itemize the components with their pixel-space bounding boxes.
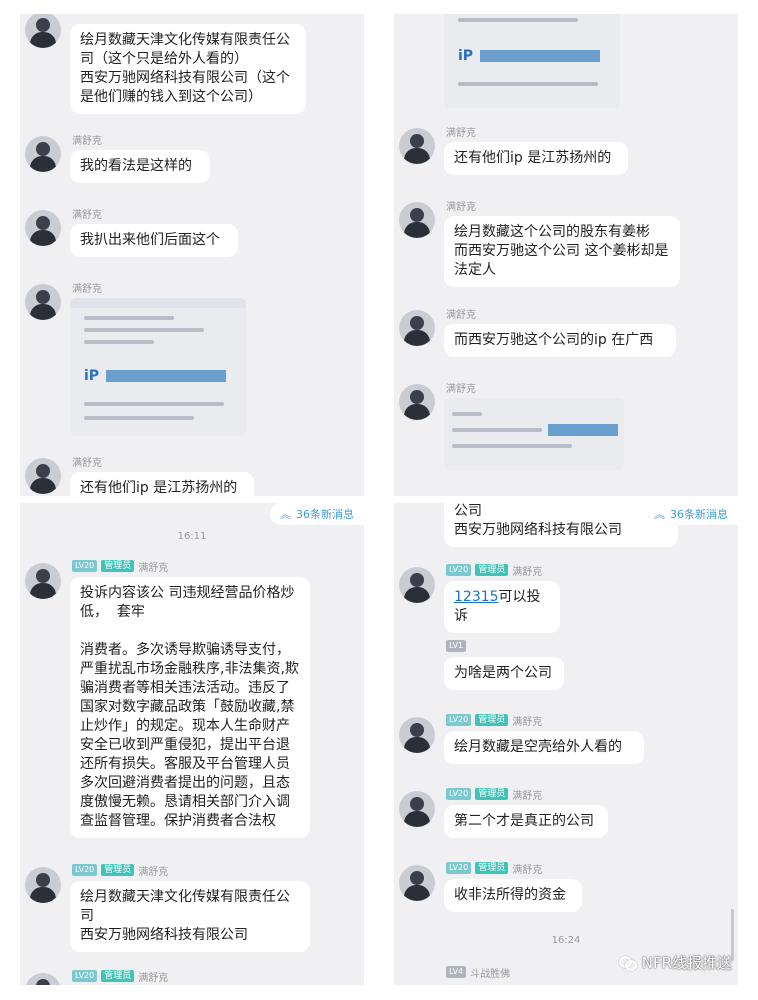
sender-meta: LV1 <box>446 639 467 653</box>
admin-badge: 管理员 <box>475 788 509 800</box>
phone-link[interactable]: 12315 <box>454 589 499 605</box>
avatar[interactable] <box>399 567 435 603</box>
avatar[interactable] <box>399 865 435 901</box>
message-bubble[interactable]: 还有他们ip 是江苏扬州的 <box>70 472 254 496</box>
avatar[interactable] <box>25 867 61 903</box>
avatar[interactable] <box>399 791 435 827</box>
message-bubble[interactable]: 绘月数藏天津文化传媒有限责任公司 西安万驰网络科技有限公司 <box>70 881 310 952</box>
avatar[interactable] <box>25 563 61 599</box>
level-badge: LV20 <box>72 864 98 876</box>
timestamp: 16:11 <box>177 531 207 542</box>
chat-panel-bottom-right: 公司 西安万驰网络科技有限公司 ︽ 36条新消息 LV20 管理员 满舒克 12… <box>394 503 738 985</box>
level-badge: LV20 <box>72 560 98 572</box>
timestamp: 16:24 <box>551 935 581 946</box>
sender-name: 满舒克 <box>512 716 543 728</box>
message-bubble[interactable]: 绘月数藏天津文化传媒有限责任公司（这个只是给外人看的） 西安万驰网络科技有限公司… <box>70 24 306 114</box>
sender-name: 满舒克 <box>446 127 476 139</box>
avatar[interactable] <box>399 128 435 164</box>
sender-name: 满舒克 <box>72 209 102 221</box>
new-messages-button[interactable]: ︽ 36条新消息 <box>270 503 364 525</box>
chat-panel-top-left: 绘月数藏天津文化传媒有限责任公司（这个只是给外人看的） 西安万驰网络科技有限公司… <box>20 14 364 496</box>
avatar[interactable] <box>25 14 61 48</box>
chat-panel-top-right: iP 满舒克 还有他们ip 是江苏扬州的 满舒克 绘月数藏这个公司的股东有姜彬 … <box>394 14 738 496</box>
message-bubble: 12315可以投诉 <box>444 581 560 633</box>
sender-name: 满舒克 <box>138 562 169 574</box>
wechat-icon <box>618 955 637 971</box>
message-bubble[interactable]: 绘月数藏是空壳给外人看的 <box>444 731 644 764</box>
new-messages-label: 36条新消息 <box>670 508 728 521</box>
message-bubble[interactable]: 收非法所得的资金 <box>444 879 582 912</box>
sender-name: 满舒克 <box>446 383 476 395</box>
double-chevron-up-icon: ︽ <box>280 508 291 521</box>
avatar[interactable] <box>399 202 435 238</box>
screenshot-image[interactable] <box>444 398 624 470</box>
level-badge: LV20 <box>446 788 472 800</box>
sender-name: 满舒克 <box>446 201 476 213</box>
admin-badge: 管理员 <box>101 560 135 572</box>
sender-name: 满舒克 <box>72 283 102 295</box>
sender-name: 满舒克 <box>512 566 543 578</box>
avatar[interactable] <box>399 384 435 420</box>
message-bubble[interactable]: 绘月数藏这个公司的股东有姜彬 而西安万驰这个公司 这个姜彬却是法定人 <box>444 216 680 287</box>
level-badge: LV20 <box>446 564 472 576</box>
message-bubble[interactable]: 投诉内容该公 司违规经营品价格炒低， 套牢 消费者。多次诱导欺骗诱导支付，严重扰… <box>70 577 310 838</box>
message-bubble[interactable]: 我扒出来他们后面这个 <box>70 224 238 257</box>
double-chevron-up-icon: ︽ <box>654 508 665 521</box>
admin-badge: 管理员 <box>475 714 509 726</box>
level-badge: LV20 <box>446 862 472 874</box>
screenshot-image[interactable]: iP <box>444 14 620 108</box>
message-bubble[interactable]: 我的看法是这样的 <box>70 150 210 183</box>
sender-name: 满舒克 <box>72 457 102 469</box>
admin-badge: 管理员 <box>101 970 135 982</box>
level-badge: LV4 <box>446 966 467 978</box>
admin-badge: 管理员 <box>475 564 509 576</box>
sender-name: 斗战胜佛 <box>470 968 511 980</box>
watermark-text: NFR线报推送 <box>641 954 732 972</box>
avatar[interactable] <box>25 458 61 494</box>
sender-name: 满舒克 <box>138 972 169 984</box>
level-badge: LV1 <box>446 640 467 652</box>
sender-meta: LV20 管理员 满舒克 <box>446 563 543 578</box>
avatar[interactable] <box>399 310 435 346</box>
avatar[interactable] <box>25 284 61 320</box>
level-badge: LV20 <box>446 714 472 726</box>
avatar[interactable] <box>399 717 435 753</box>
sender-meta: LV4 斗战胜佛 <box>446 965 511 980</box>
avatar[interactable] <box>25 136 61 172</box>
message-bubble[interactable]: 为啥是两个公司 <box>444 657 564 690</box>
message-bubble[interactable]: 而西安万驰这个公司的ip 在广西 <box>444 324 676 357</box>
sender-meta: LV20 管理员 满舒克 <box>446 787 543 802</box>
sender-meta: LV20 管理员 满舒克 <box>446 861 543 876</box>
watermark: NFR线报推送 <box>618 952 732 973</box>
sender-meta: LV20 管理员 满舒克 <box>446 713 543 728</box>
sender-name: 满舒克 <box>446 309 476 321</box>
level-badge: LV20 <box>72 970 98 982</box>
sender-meta: LV20 管理员 满舒克 <box>72 559 169 574</box>
sender-meta: LV20 管理员 满舒克 <box>72 969 169 984</box>
avatar[interactable] <box>25 210 61 246</box>
sender-name: 满舒克 <box>512 790 543 802</box>
sender-meta: LV20 管理员 满舒克 <box>72 863 169 878</box>
admin-badge: 管理员 <box>101 864 135 876</box>
new-messages-label: 36条新消息 <box>296 508 354 521</box>
message-bubble[interactable]: 还有他们ip 是江苏扬州的 <box>444 142 628 175</box>
sender-name: 满舒克 <box>138 866 169 878</box>
message-bubble[interactable]: 第二个才是真正的公司 <box>444 805 608 838</box>
screenshot-image[interactable]: iP <box>70 298 246 436</box>
message-bubble[interactable]: 公司 西安万驰网络科技有限公司 <box>444 503 678 547</box>
chat-panel-bottom-left: ︽ 36条新消息 16:11 LV20 管理员 满舒克 投诉内容该公 司违规经营… <box>20 503 364 985</box>
sender-name: 满舒克 <box>72 135 102 147</box>
new-messages-button[interactable]: ︽ 36条新消息 <box>644 503 738 525</box>
sender-name: 满舒克 <box>512 864 543 876</box>
avatar[interactable] <box>25 973 61 985</box>
admin-badge: 管理员 <box>475 862 509 874</box>
